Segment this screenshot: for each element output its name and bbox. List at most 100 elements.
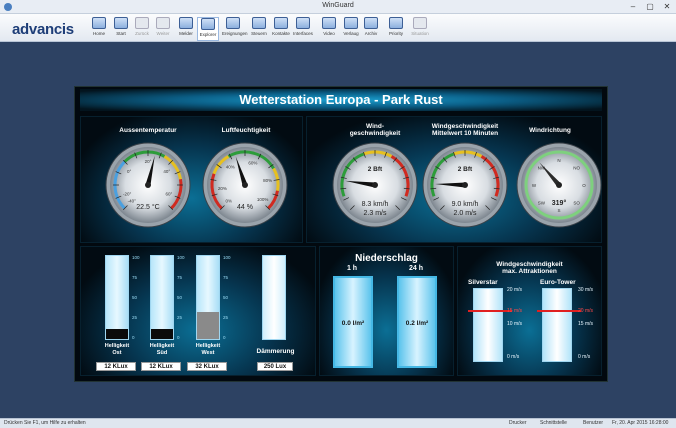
gauge-hub <box>462 182 468 188</box>
status-hint: Drücken Sie F1, um Hilfe zu erhalten <box>4 420 86 426</box>
light-sensor-tube <box>196 255 220 340</box>
toolbar-button-archiv[interactable]: Archiv <box>360 17 382 41</box>
light-scale-tick: 100 <box>177 255 185 260</box>
panel-title: Wetterstation Europa - Park Rust <box>239 92 443 107</box>
toolbar: advancis Home Start Zurück Weiter Melder Expl… <box>0 14 676 42</box>
toolbar-button-label: Interfaces <box>293 31 313 36</box>
close-button[interactable]: ✕ <box>660 1 674 12</box>
toolbar-button-situation[interactable]: Situation <box>409 17 431 41</box>
home-icon <box>92 17 106 29</box>
wind-direction-label: Windrichtung <box>529 127 571 134</box>
toolbar-button-explorer[interactable]: Explorer <box>197 17 219 41</box>
silverstar-tick-4: 0 m/s <box>507 354 520 360</box>
toolbar-button-priority[interactable]: Priority <box>385 17 407 41</box>
temperature-label: Aussentemperatur <box>119 127 177 134</box>
light-sensor-tube <box>150 255 174 340</box>
gauge-scale-label: 40° <box>163 169 170 174</box>
humidity-gauge: 20% 40% 60% 80% 100% 0% <box>202 142 288 228</box>
contacts-icon <box>274 17 288 29</box>
wind-direction-gauge: NNOOSOSSWWNW <box>516 142 602 228</box>
panel-header: Wetterstation Europa - Park Rust <box>80 89 602 111</box>
control-icon <box>252 17 266 29</box>
eurotower-tick-1: 30 m/s <box>578 287 594 293</box>
situation-icon <box>413 17 427 29</box>
eurotower-tick-4: 0 m/s <box>578 354 591 360</box>
archive-icon <box>364 17 378 29</box>
start-icon <box>114 17 128 29</box>
toolbar-button-interfaces[interactable]: Interfaces <box>292 17 314 41</box>
back-arrow-icon <box>135 17 149 29</box>
gauge-scale-label: NO <box>573 165 580 170</box>
humidity-value: 44 % <box>237 204 253 211</box>
toolbar-button-start[interactable]: Start <box>110 17 132 41</box>
wind-kmh-value: 8.3 km/h <box>361 201 389 208</box>
toolbar-button-label: Ereignungen <box>222 31 248 36</box>
status-datetime: Fr, 20. Apr 2015 16:28:00 <box>612 420 669 426</box>
gauge-scale-label: 100% <box>257 197 269 202</box>
light-sensor-label: Helligkeit West <box>195 343 221 356</box>
light-sensor-label: Helligkeit Süd <box>149 343 175 356</box>
rain-24h-tube: 0.2 l/m² <box>397 276 437 368</box>
light-sensor-fill <box>106 329 128 339</box>
minimize-button[interactable]: – <box>626 1 640 12</box>
wind-direction-value: 319° <box>551 200 567 207</box>
eurotower-tick-3: 15 m/s <box>578 321 594 327</box>
light-scale-tick: 100 <box>223 255 231 260</box>
light-sensor-value: 32 KLux <box>187 362 227 371</box>
rain-title: Niederschlag <box>355 253 418 264</box>
video-icon <box>322 17 336 29</box>
status-printer: Drucker <box>509 420 527 426</box>
toolbar-button-zur-ck[interactable]: Zurück <box>131 17 153 41</box>
toolbar-button-label: Steuern <box>251 31 267 36</box>
silverstar-label: Silverstar <box>468 279 498 286</box>
wind-average-ms-value: 2.0 m/s <box>453 210 477 217</box>
maximize-button[interactable]: ▢ <box>643 1 657 12</box>
toolbar-button-verlaug[interactable]: Verlaug <box>340 17 362 41</box>
toolbar-button-weiter[interactable]: Weiter <box>152 17 174 41</box>
attractions-title: Windgeschwindigkeit max. Attraktionen <box>496 261 563 275</box>
toolbar-button-video[interactable]: Video <box>318 17 340 41</box>
eurotower-tube <box>542 288 572 362</box>
gauge-scale-label: 80% <box>263 178 272 183</box>
rain-24h-value: 0.2 l/m² <box>405 320 429 328</box>
light-scale-tick: 0 <box>132 335 135 340</box>
forward-arrow-icon <box>156 17 170 29</box>
eurotower-limit-line <box>537 310 581 312</box>
gauge-scale-label: N <box>557 158 560 163</box>
light-scale-tick: 50 <box>177 295 183 300</box>
toolbar-button-label: Melder <box>179 31 193 36</box>
gauge-scale-label: 60° <box>165 192 172 197</box>
silverstar-tick-2: 15 m/s <box>507 308 523 314</box>
gauge-scale-label: -20° <box>123 192 132 197</box>
light-scale-tick: 25 <box>132 315 138 320</box>
light-scale-tick: 50 <box>223 295 229 300</box>
gauge-hub <box>556 182 562 188</box>
wind-bft-value: 2 Bft <box>367 166 383 173</box>
wind-average-kmh-value: 9.0 km/h <box>451 201 479 208</box>
status-interface: Schnittstelle <box>540 420 567 426</box>
silverstar-tick-3: 10 m/s <box>507 321 523 327</box>
window-title: WinGuard <box>322 2 354 9</box>
toolbar-button-label: Start <box>116 31 126 36</box>
gauge-scale-label: 20% <box>218 186 227 191</box>
explorer-icon <box>201 18 215 30</box>
toolbar-button-label: Archiv <box>364 31 378 36</box>
toolbar-button-steuern[interactable]: Steuern <box>248 17 270 41</box>
gauge-scale-label: 0% <box>225 198 232 203</box>
light-sensor-value: 12 KLux <box>96 362 136 371</box>
rain-24h-label: 24 h <box>408 265 423 272</box>
gauge-hub <box>145 182 151 188</box>
interfaces-icon <box>296 17 310 29</box>
toolbar-button-home[interactable]: Home <box>88 17 110 41</box>
toolbar-button-ereignungen[interactable]: Ereignungen <box>222 17 248 41</box>
toolbar-button-label: Video <box>323 31 335 36</box>
gauge-scale-label: O <box>582 183 586 188</box>
rain-1h-label: 1 h <box>346 265 358 272</box>
eurotower-tick-2: 20 m/s <box>578 308 594 314</box>
light-scale-tick: 50 <box>132 295 138 300</box>
toolbar-button-label: Zurück <box>135 31 149 36</box>
toolbar-button-melder[interactable]: Melder <box>175 17 197 41</box>
light-sensor-value: 12 KLux <box>141 362 181 371</box>
toolbar-button-kontakte[interactable]: Kontakte <box>270 17 292 41</box>
light-scale-tick: 25 <box>223 315 229 320</box>
